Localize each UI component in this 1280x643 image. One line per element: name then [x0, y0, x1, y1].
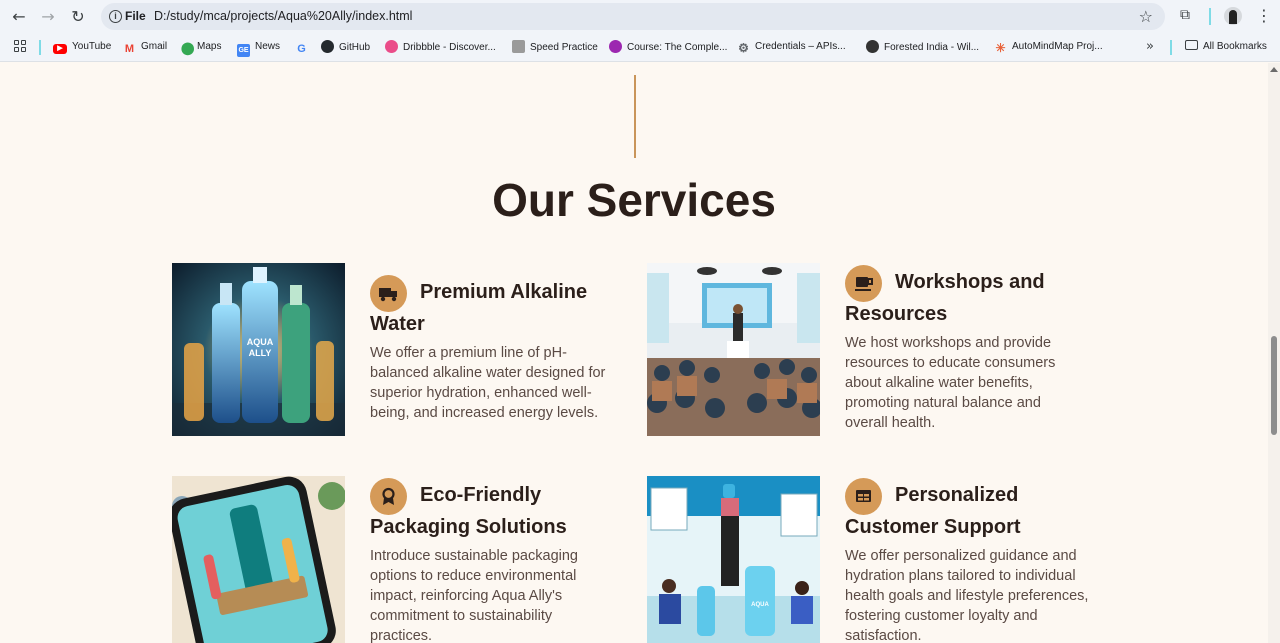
bookmark-label: Gmail	[141, 41, 168, 52]
service-description: Introduce sustainable packaging options …	[370, 548, 578, 643]
service-description: We offer personalized guidance and hydra…	[845, 548, 1089, 643]
bookmark-label: News	[255, 41, 281, 52]
bookmark-news[interactable]: GE News	[237, 40, 281, 57]
site-info-icon[interactable]: i	[109, 10, 122, 23]
speed-practice-icon	[512, 40, 525, 53]
url-scheme-label: File	[125, 9, 146, 23]
bookmark-google[interactable]: G	[295, 40, 313, 56]
toolbar-separator	[1209, 8, 1211, 25]
address-bar[interactable]: i File D:/study/mca/projects/Aqua%20Ally…	[101, 3, 1165, 30]
bookmark-label: Speed Practice	[530, 42, 598, 53]
all-bookmarks-button[interactable]: All Bookmarks	[1185, 40, 1267, 56]
bookmark-credentials[interactable]: ⚙ Credentials – APIs...	[737, 40, 846, 56]
service-title: Premium Alkaline Water	[370, 281, 588, 335]
scrollbar-thumb[interactable]	[1271, 336, 1277, 435]
dribbble-icon	[385, 40, 398, 53]
wikipedia-icon	[866, 40, 879, 53]
bookmark-youtube[interactable]: ▶ YouTube	[53, 40, 111, 56]
section-title: Our Services	[492, 174, 776, 226]
reload-icon[interactable]: ↻	[68, 7, 88, 27]
extensions-puzzle-icon[interactable]: ⧉	[1180, 7, 1196, 23]
bookmarks-separator	[39, 40, 41, 55]
bookmark-forested-india[interactable]: Forested India - Wil...	[866, 40, 979, 56]
svg-text:AQUA: AQUA	[751, 602, 769, 608]
bookmark-label: Credentials – APIs...	[755, 41, 846, 52]
bookmark-label: AutoMindMap Proj...	[1012, 41, 1103, 52]
sustainable-packaging-phone-image	[172, 476, 345, 643]
all-bookmarks-label: All Bookmarks	[1203, 41, 1267, 52]
bookmark-speed-practice[interactable]: Speed Practice	[512, 40, 598, 56]
bookmark-automindmap[interactable]: ✳ AutoMindMap Proj...	[994, 40, 1103, 56]
bookmark-label: YouTube	[72, 41, 112, 52]
bookmark-label: Dribbble - Discover...	[403, 42, 496, 53]
youtube-icon: ▶	[53, 44, 67, 54]
service-description: We offer a premium line of pH-balanced a…	[370, 345, 606, 421]
hydration-lifestyle-image: AQUA	[647, 476, 820, 643]
bookmark-course[interactable]: Course: The Comple...	[609, 40, 727, 56]
apps-grid-icon[interactable]	[14, 40, 27, 53]
course-icon	[609, 40, 622, 53]
gmail-icon: M	[124, 43, 135, 55]
workshop-audience-image	[647, 263, 820, 436]
svg-text:ALLY: ALLY	[249, 348, 272, 358]
bookmark-label: Forested India - Wil...	[884, 42, 980, 53]
google-icon: G	[297, 43, 306, 55]
bookmark-label: Maps	[197, 41, 222, 52]
bookmark-maps[interactable]: ⬤ Maps	[181, 40, 221, 56]
service-title: Eco-Friendly Packaging Solutions	[370, 484, 567, 538]
service-description: We host workshops and provide resources …	[845, 335, 1056, 431]
service-title: Workshops and Resources	[845, 271, 1045, 325]
back-arrow-icon[interactable]: ←	[9, 7, 29, 27]
service-title: Personalized Customer Support	[845, 484, 1021, 538]
bookmark-github[interactable]: GitHub	[321, 40, 370, 56]
more-bookmarks-chevron-icon[interactable]: »	[1146, 39, 1154, 54]
aqua-ally-bottles-image: AQUA ALLY	[172, 263, 345, 436]
automindmap-icon: ✳	[995, 41, 1006, 55]
browser-toolbar: ← → ↻ i File D:/study/mca/projects/Aqua%…	[0, 0, 1280, 33]
page-content: Our Services AQUA ALLY Premium Alkaline …	[0, 63, 1268, 643]
menu-kebab-icon[interactable]: ⋮	[1256, 6, 1272, 25]
profile-avatar[interactable]	[1224, 7, 1242, 25]
github-icon	[321, 40, 334, 53]
bookmark-dribbble[interactable]: Dribbble - Discover...	[385, 40, 496, 56]
bookmark-label: Course: The Comple...	[627, 42, 728, 53]
section-divider-line	[634, 75, 636, 158]
forward-arrow-icon[interactable]: →	[38, 7, 58, 27]
bookmark-gmail[interactable]: M Gmail	[123, 40, 167, 56]
bookmark-star-icon[interactable]: ☆	[1139, 7, 1153, 26]
bookmark-label: GitHub	[339, 42, 371, 53]
folder-icon	[1185, 40, 1198, 50]
svg-text:AQUA: AQUA	[247, 337, 274, 347]
credentials-icon: ⚙	[738, 41, 749, 55]
maps-icon: ⬤	[181, 41, 195, 55]
bookmarks-separator	[1170, 40, 1172, 55]
scroll-up-arrow-icon[interactable]	[1270, 67, 1278, 72]
news-icon: GE	[237, 44, 250, 57]
url-text[interactable]: D:/study/mca/projects/Aqua%20Ally/index.…	[154, 9, 412, 23]
